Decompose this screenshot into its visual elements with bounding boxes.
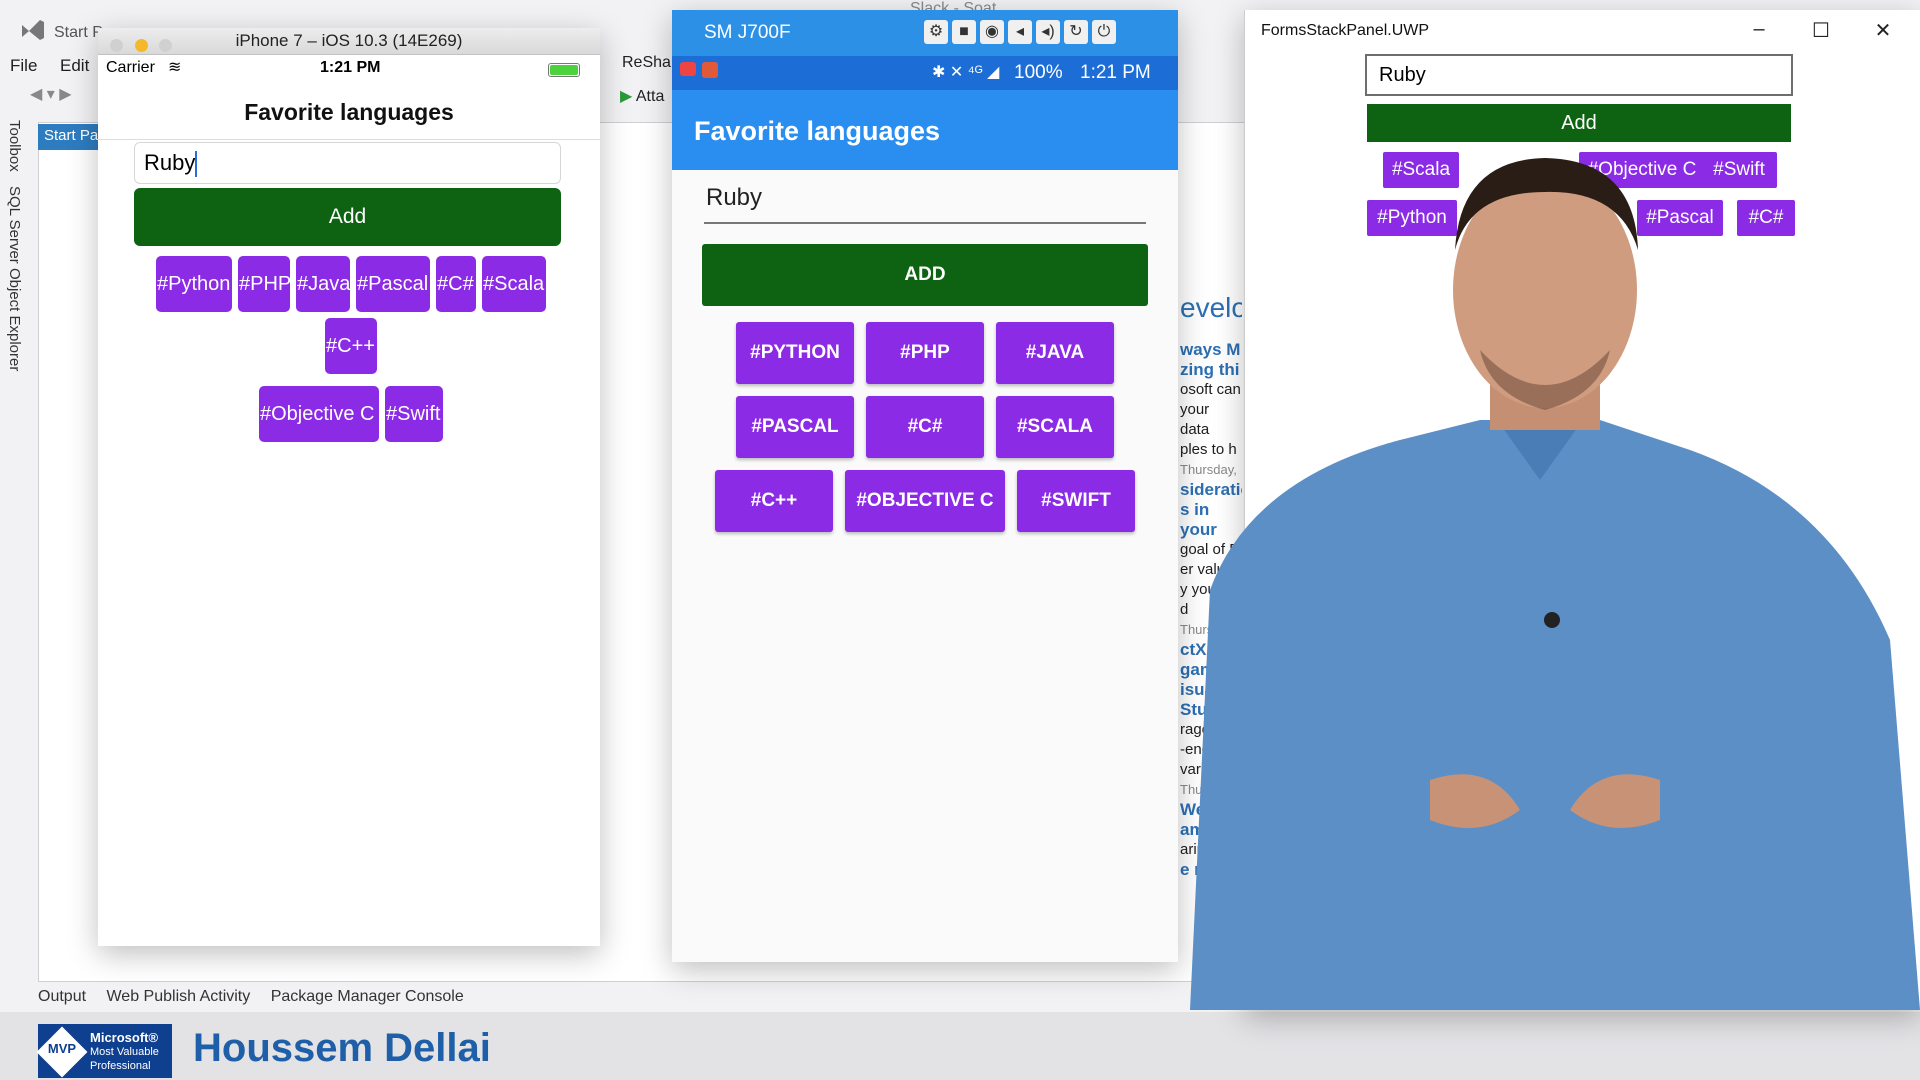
- toolbox-tab[interactable]: Toolbox: [6, 120, 23, 172]
- ios-tag[interactable]: #C++: [325, 318, 377, 374]
- presenter-video-overlay: [1190, 120, 1920, 1010]
- ios-tag[interactable]: #Pascal: [356, 256, 430, 312]
- camera-icon[interactable]: ◉: [980, 20, 1004, 44]
- vs-side-toolbar: Toolbox SQL Server Object Explorer: [6, 120, 32, 1000]
- android-tag[interactable]: #SWIFT: [1017, 470, 1135, 532]
- resharper-menu[interactable]: ReShar: [622, 54, 676, 72]
- ios-tag-list: #Python #PHP #Java #Pascal #C# #Scala #C…: [128, 256, 574, 442]
- volume-up-icon[interactable]: ◂): [1036, 20, 1060, 44]
- ios-add-button[interactable]: Add: [134, 188, 561, 246]
- device-name: SM J700F: [704, 22, 791, 43]
- android-app-bar: Favorite languages: [672, 90, 1178, 170]
- video-icon[interactable]: ■: [952, 20, 976, 44]
- presenter-name: Houssem Dellai: [193, 1026, 491, 1070]
- rotate-icon[interactable]: ↻: [1064, 20, 1088, 44]
- attach-label: Atta: [635, 88, 665, 105]
- android-tag-list: #PYTHON #PHP #JAVA #PASCAL #C# #SCALA #C…: [672, 322, 1178, 544]
- back-forward-icons[interactable]: ◀ ▾ ▶: [30, 84, 72, 104]
- package-manager-tab[interactable]: Package Manager Console: [271, 988, 464, 1005]
- app-notification-icon: [702, 62, 718, 78]
- vs-title-fragment: Start P: [54, 24, 103, 41]
- ios-entry-text: Ruby: [144, 150, 196, 175]
- android-tag[interactable]: #PHP: [866, 322, 984, 384]
- attach-button[interactable]: ▶ Atta: [620, 86, 664, 106]
- text-caret: [195, 151, 198, 178]
- ios-tag[interactable]: #PHP: [238, 256, 290, 312]
- zoom-icon[interactable]: [159, 39, 173, 52]
- mvp-line2: Most Valuable: [90, 1046, 159, 1058]
- emulator-tool-icons: ⚙ ■ ◉ ◂ ◂) ↻ ⏻: [924, 20, 1116, 44]
- uwp-window-title: FormsStackPanel.UWP: [1261, 22, 1430, 39]
- ios-tag[interactable]: #Java: [296, 256, 350, 312]
- android-tag[interactable]: #C#: [866, 396, 984, 458]
- ios-status-bar: Carrier ≋ 1:21 PM: [98, 55, 600, 79]
- android-tag[interactable]: #PYTHON: [736, 322, 854, 384]
- web-publish-tab[interactable]: Web Publish Activity: [106, 988, 250, 1005]
- uwp-titlebar: FormsStackPanel.UWP – ☐ ✕: [1245, 10, 1920, 54]
- android-time: 1:21 PM: [1080, 62, 1151, 83]
- power-icon[interactable]: ⏻: [1092, 20, 1116, 44]
- android-status-bar: ✱ ✕ ⁴ᴳ ◢ 100% 1:21 PM: [672, 56, 1178, 90]
- android-tag[interactable]: #C++: [715, 470, 833, 532]
- battery-percent: 100%: [1014, 62, 1063, 83]
- ios-nav-title: Favorite languages: [98, 93, 600, 140]
- ios-tag[interactable]: #Scala: [482, 256, 546, 312]
- bottom-tool-tabs: Output Web Publish Activity Package Mana…: [38, 988, 480, 1010]
- mvp-line1: Microsoft®: [90, 1030, 159, 1045]
- ios-language-entry[interactable]: Ruby: [134, 142, 561, 184]
- android-tag[interactable]: #OBJECTIVE C: [845, 470, 1005, 532]
- minimize-icon[interactable]: [134, 39, 148, 52]
- ios-simulator-window: iPhone 7 – iOS 10.3 (14E269) Carrier ≋ 1…: [98, 28, 600, 946]
- close-icon[interactable]: ✕: [1863, 18, 1903, 43]
- youtube-notification-icon: [680, 62, 696, 76]
- mvp-logo: MVP Microsoft® Most Valuable Professiona…: [36, 1024, 172, 1078]
- visual-studio-logo-icon: [20, 18, 46, 40]
- battery-icon: [548, 63, 580, 77]
- sql-server-explorer-tab[interactable]: SQL Server Object Explorer: [6, 186, 23, 371]
- android-tag[interactable]: #PASCAL: [736, 396, 854, 458]
- start-page-tab[interactable]: Start Pa: [38, 124, 100, 150]
- android-tag[interactable]: #SCALA: [996, 396, 1114, 458]
- ios-window-title: iPhone 7 – iOS 10.3 (14E269): [235, 31, 463, 50]
- mvp-badge-text: MVP: [47, 1041, 77, 1056]
- carrier-label: Carrier: [106, 59, 155, 76]
- android-emulator-window: SM J700F ⚙ ■ ◉ ◂ ◂) ↻ ⏻ ✱ ✕ ⁴ᴳ ◢ 100% 1:…: [672, 10, 1178, 962]
- android-add-button[interactable]: ADD: [702, 244, 1148, 306]
- volume-down-icon[interactable]: ◂: [1008, 20, 1032, 44]
- ios-tag[interactable]: #Swift: [385, 386, 443, 442]
- output-tab[interactable]: Output: [38, 988, 86, 1005]
- signal-icons: ✱ ✕ ⁴ᴳ ◢: [932, 64, 1000, 81]
- emulator-toolbar: SM J700F ⚙ ■ ◉ ◂ ◂) ↻ ⏻: [672, 10, 1178, 56]
- wifi-icon: ≋: [168, 59, 182, 76]
- uwp-language-entry[interactable]: Ruby: [1365, 54, 1793, 96]
- android-tag[interactable]: #JAVA: [996, 322, 1114, 384]
- maximize-icon[interactable]: ☐: [1801, 18, 1841, 43]
- play-icon: ▶: [620, 88, 636, 105]
- ios-tag[interactable]: #Objective C: [259, 386, 379, 442]
- ios-tag[interactable]: #Python: [156, 256, 232, 312]
- android-language-entry[interactable]: Ruby: [704, 184, 1146, 224]
- ios-window-titlebar: iPhone 7 – iOS 10.3 (14E269): [98, 28, 600, 55]
- close-icon[interactable]: [110, 39, 123, 52]
- ios-tag[interactable]: #C#: [436, 256, 476, 312]
- menu-edit[interactable]: Edit: [60, 56, 89, 76]
- minimize-icon[interactable]: –: [1739, 18, 1779, 41]
- mvp-line3: Professional: [90, 1060, 151, 1072]
- menu-file[interactable]: File: [10, 56, 37, 76]
- ios-time: 1:21 PM: [320, 59, 381, 76]
- settings-icon[interactable]: ⚙: [924, 20, 948, 44]
